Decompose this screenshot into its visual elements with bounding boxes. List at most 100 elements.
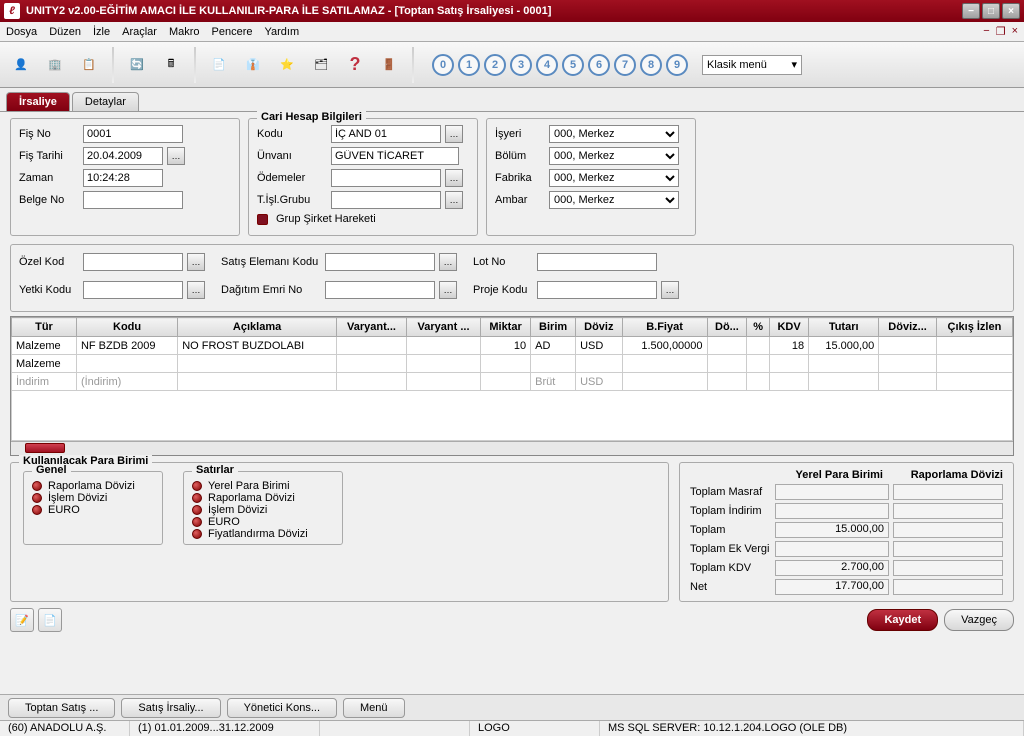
col-header[interactable]: Birim — [531, 318, 576, 337]
tb-clipboard-icon[interactable]: 📄 — [204, 47, 234, 83]
line-grid[interactable]: TürKoduAçıklamaVaryant...Varyant ...Mikt… — [10, 316, 1014, 456]
cancel-button[interactable]: Vazgeç — [944, 609, 1014, 631]
menu-style-dropdown[interactable]: Klasik menü▾ — [702, 55, 802, 75]
num-4[interactable]: 4 — [536, 54, 558, 76]
sel-ambar[interactable]: 000, Merkez — [549, 191, 679, 209]
browse-projekodu[interactable]: … — [661, 281, 679, 299]
col-header[interactable]: % — [747, 318, 770, 337]
radio-option[interactable]: EURO — [32, 504, 154, 516]
tab-irsaliye[interactable]: İrsaliye — [6, 92, 70, 111]
input-belgeno[interactable] — [83, 191, 183, 209]
input-odemeler[interactable] — [331, 169, 441, 187]
num-7[interactable]: 7 — [614, 54, 636, 76]
menu-makro[interactable]: Makro — [169, 26, 200, 38]
input-kodu[interactable] — [331, 125, 441, 143]
menu-izle[interactable]: İzle — [93, 26, 110, 38]
task-satis[interactable]: Satış İrsaliy... — [121, 698, 220, 718]
menu-yardim[interactable]: Yardım — [265, 26, 300, 38]
doc-button[interactable]: 📄 — [38, 608, 62, 632]
table-row[interactable]: Malzeme — [12, 355, 1013, 373]
input-fisno[interactable] — [83, 125, 183, 143]
num-2[interactable]: 2 — [484, 54, 506, 76]
num-6[interactable]: 6 — [588, 54, 610, 76]
browse-ozelkod[interactable]: … — [187, 253, 205, 271]
tb-list-icon[interactable]: 📋 — [74, 47, 104, 83]
sel-bolum[interactable]: 000, Merkez — [549, 147, 679, 165]
col-header[interactable]: Tür — [12, 318, 77, 337]
menu-duzen[interactable]: Düzen — [49, 26, 81, 38]
radio-option[interactable]: Raporlama Dövizi — [192, 492, 334, 504]
num-9[interactable]: 9 — [666, 54, 688, 76]
tab-detaylar[interactable]: Detaylar — [72, 92, 139, 111]
menu-dosya[interactable]: Dosya — [6, 26, 37, 38]
input-fistarihi[interactable] — [83, 147, 163, 165]
table-row[interactable]: İndirim(İndirim)BrütUSD — [12, 373, 1013, 391]
tb-building-icon[interactable]: 🏢 — [40, 47, 70, 83]
mdi-close-icon[interactable]: × — [1012, 25, 1018, 38]
input-ozelkod[interactable] — [83, 253, 183, 271]
browse-yetkikodu[interactable]: … — [187, 281, 205, 299]
col-header[interactable]: Döviz... — [879, 318, 937, 337]
menu-araclar[interactable]: Araçlar — [122, 26, 157, 38]
task-menu[interactable]: Menü — [343, 698, 405, 718]
mdi-restore-icon[interactable]: ❐ — [996, 25, 1006, 38]
col-header[interactable]: Varyant ... — [407, 318, 481, 337]
maximize-button[interactable]: □ — [982, 3, 1000, 19]
tb-exit-icon[interactable]: 🚪 — [374, 47, 404, 83]
sel-fabrika[interactable]: 000, Merkez — [549, 169, 679, 187]
radio-option[interactable]: Fiyatlandırma Dövizi — [192, 528, 334, 540]
grid-hscroll[interactable] — [11, 441, 1013, 455]
chk-grup[interactable] — [257, 214, 268, 225]
minimize-button[interactable]: − — [962, 3, 980, 19]
tb-user-icon[interactable]: 👤 — [6, 47, 36, 83]
table-row[interactable]: MalzemeNF BZDB 2009NO FROST BUZDOLABI10A… — [12, 337, 1013, 355]
radio-option[interactable]: İşlem Dövizi — [32, 492, 154, 504]
tb-calc-icon[interactable]: 🖩 — [156, 47, 186, 83]
input-lotno[interactable] — [537, 253, 657, 271]
input-projekodu[interactable] — [537, 281, 657, 299]
task-yonetici[interactable]: Yönetici Kons... — [227, 698, 337, 718]
col-header[interactable]: Döviz — [576, 318, 622, 337]
input-satiseleman[interactable] — [325, 253, 435, 271]
note-button[interactable]: 📝 — [10, 608, 34, 632]
browse-odemeler[interactable]: … — [445, 169, 463, 187]
input-zaman[interactable] — [83, 169, 163, 187]
input-unvani[interactable] — [331, 147, 459, 165]
browse-tislgrubu[interactable]: … — [445, 191, 463, 209]
input-yetkikodu[interactable] — [83, 281, 183, 299]
tb-refresh-icon[interactable]: 🔄 — [122, 47, 152, 83]
col-header[interactable]: Açıklama — [178, 318, 337, 337]
col-header[interactable]: Varyant... — [336, 318, 406, 337]
tb-grid-icon[interactable]: 🗂 — [306, 47, 336, 83]
num-8[interactable]: 8 — [640, 54, 662, 76]
num-3[interactable]: 3 — [510, 54, 532, 76]
mdi-minimize-icon[interactable]: − — [983, 25, 989, 38]
browse-kodu[interactable]: … — [445, 125, 463, 143]
sel-isyeri[interactable]: 000, Merkez — [549, 125, 679, 143]
num-5[interactable]: 5 — [562, 54, 584, 76]
col-header[interactable]: Çıkış İzlen — [936, 318, 1012, 337]
col-header[interactable]: B.Fiyat — [622, 318, 707, 337]
col-header[interactable]: KDV — [770, 318, 809, 337]
save-button[interactable]: Kaydet — [867, 609, 938, 631]
input-tislgrubu[interactable] — [331, 191, 441, 209]
col-header[interactable]: Tutarı — [809, 318, 879, 337]
tb-help-icon[interactable]: ? — [340, 47, 370, 83]
close-button[interactable]: × — [1002, 3, 1020, 19]
menu-pencere[interactable]: Pencere — [212, 26, 253, 38]
browse-date[interactable]: … — [167, 147, 185, 165]
num-0[interactable]: 0 — [432, 54, 454, 76]
tb-person-icon[interactable]: 👔 — [238, 47, 268, 83]
col-header[interactable]: Dö... — [707, 318, 747, 337]
radio-option[interactable]: İşlem Dövizi — [192, 504, 334, 516]
task-toptan[interactable]: Toptan Satış ... — [8, 698, 115, 718]
col-header[interactable]: Miktar — [480, 318, 530, 337]
browse-satiseleman[interactable]: … — [439, 253, 457, 271]
col-header[interactable]: Kodu — [76, 318, 177, 337]
input-dagitimemri[interactable] — [325, 281, 435, 299]
tb-starlist-icon[interactable]: ⭐ — [272, 47, 302, 83]
browse-dagitimemri[interactable]: … — [439, 281, 457, 299]
radio-option[interactable]: Yerel Para Birimi — [192, 480, 334, 492]
num-1[interactable]: 1 — [458, 54, 480, 76]
radio-option[interactable]: Raporlama Dövizi — [32, 480, 154, 492]
